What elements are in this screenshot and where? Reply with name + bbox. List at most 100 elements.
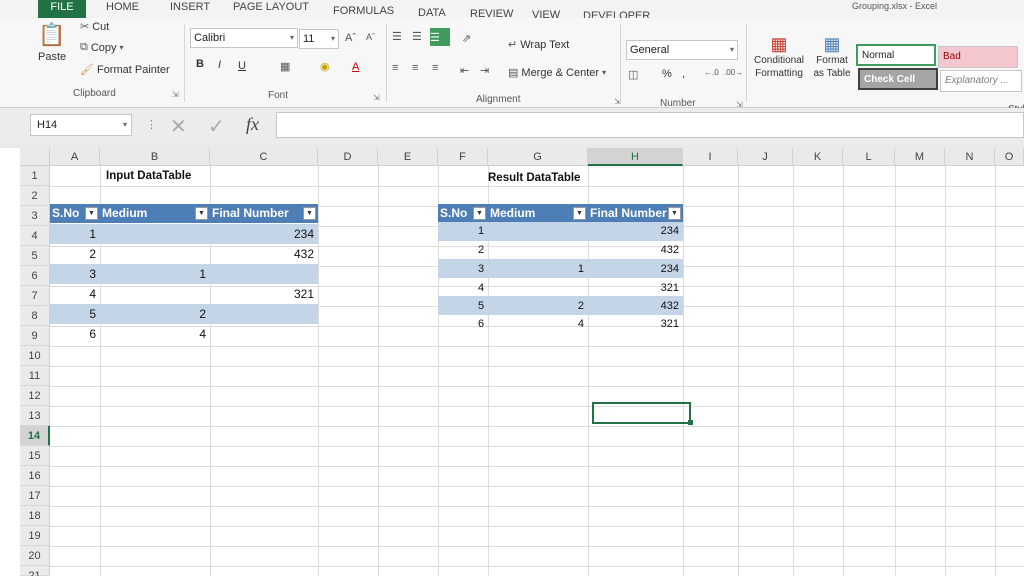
row-header-17[interactable]: 17: [20, 486, 50, 506]
font-color-button[interactable]: A: [352, 61, 359, 73]
format-painter-button[interactable]: 🖌 Format Painter: [80, 63, 170, 77]
active-cell-selection[interactable]: [592, 402, 691, 424]
result-cell-medium[interactable]: 2: [488, 296, 588, 316]
dialog-launcher-icon[interactable]: ⇲: [373, 93, 380, 102]
fill-handle[interactable]: [688, 420, 693, 425]
row-header-5[interactable]: 5: [20, 246, 50, 266]
input-cell-sno[interactable]: 5: [50, 304, 100, 324]
result-cell-sno[interactable]: 1: [478, 221, 484, 241]
result-cell-final[interactable]: 234: [588, 259, 683, 279]
input-cell-sno[interactable]: 2: [50, 244, 100, 264]
borders-button[interactable]: ▦: [280, 60, 290, 73]
result-cell-medium[interactable]: [488, 221, 588, 241]
italic-button[interactable]: I: [218, 59, 221, 71]
result-cell-final[interactable]: 234: [588, 221, 683, 241]
result-cell-final[interactable]: 321: [588, 278, 683, 298]
row-header-18[interactable]: 18: [20, 506, 50, 526]
input-cell-medium[interactable]: [100, 224, 210, 244]
result-cell-medium[interactable]: 1: [488, 259, 588, 279]
name-box[interactable]: H14 ▾: [30, 114, 132, 136]
column-header-a[interactable]: A: [50, 148, 100, 166]
fill-color-button[interactable]: ◉: [320, 60, 330, 73]
result-cell-sno[interactable]: 2: [478, 240, 484, 260]
column-header-i[interactable]: I: [683, 148, 738, 166]
column-header-o[interactable]: O: [995, 148, 1024, 166]
result-cell-final[interactable]: 321: [588, 314, 683, 334]
font-name-select[interactable]: Calibri ▾: [190, 28, 298, 48]
row-header-9[interactable]: 9: [20, 326, 50, 346]
align-center-button[interactable]: ≡: [412, 62, 418, 74]
wrap-text-button[interactable]: ↵ Wrap Text: [508, 38, 569, 52]
top-align-button[interactable]: ☰: [392, 30, 402, 43]
align-right-button[interactable]: ≡: [432, 62, 438, 74]
style-normal[interactable]: Normal: [856, 44, 936, 66]
column-header-d[interactable]: D: [318, 148, 378, 166]
insert-function-button[interactable]: fx: [246, 114, 259, 135]
accounting-format-button[interactable]: ◫: [628, 68, 638, 81]
tab-page-layout[interactable]: PAGE LAYOUT: [233, 0, 309, 14]
row-header-13[interactable]: 13: [20, 406, 50, 426]
middle-align-button[interactable]: ☰: [412, 30, 422, 43]
bottom-align-button[interactable]: ☰: [430, 28, 450, 46]
result-cell-medium[interactable]: [488, 240, 588, 260]
font-size-select[interactable]: 11 ▾: [299, 29, 339, 49]
input-cell-medium[interactable]: 1: [100, 264, 210, 284]
row-header-10[interactable]: 10: [20, 346, 50, 366]
style-explanatory[interactable]: Explanatory ...: [940, 70, 1022, 92]
dialog-launcher-icon[interactable]: ⇲: [172, 90, 179, 99]
enter-icon[interactable]: ✓: [208, 114, 225, 139]
tab-insert[interactable]: INSERT: [170, 0, 210, 14]
formula-input[interactable]: [276, 112, 1024, 138]
input-cell-final[interactable]: [210, 264, 318, 284]
column-header-n[interactable]: N: [945, 148, 995, 166]
column-header-c[interactable]: C: [210, 148, 318, 166]
input-cell-medium[interactable]: 4: [100, 324, 210, 344]
input-cell-final[interactable]: [210, 324, 318, 344]
result-cell-sno[interactable]: 6: [478, 314, 484, 334]
input-cell-sno[interactable]: 3: [50, 264, 100, 284]
input-cell-medium[interactable]: [100, 244, 210, 264]
increase-decimal-button[interactable]: ←.0: [704, 68, 719, 77]
column-header-j[interactable]: J: [738, 148, 793, 166]
row-header-7[interactable]: 7: [20, 286, 50, 306]
merge-center-button[interactable]: ▤ Merge & Center ▾: [508, 66, 606, 80]
underline-button[interactable]: U: [238, 60, 246, 72]
decrease-font-button[interactable]: Aˇ: [366, 32, 375, 42]
result-cell-medium[interactable]: 4: [488, 314, 588, 334]
cancel-icon[interactable]: ✕: [170, 114, 187, 139]
style-bad[interactable]: Bad: [938, 46, 1018, 68]
input-cell-sno[interactable]: 6: [50, 324, 100, 344]
input-cell-sno[interactable]: 4: [50, 284, 100, 304]
result-cell-final[interactable]: 432: [588, 240, 683, 260]
row-header-12[interactable]: 12: [20, 386, 50, 406]
filter-dropdown-icon[interactable]: ▼: [473, 207, 486, 220]
column-header-k[interactable]: K: [793, 148, 843, 166]
percent-style-button[interactable]: %: [662, 68, 672, 80]
input-cell-medium[interactable]: 2: [100, 304, 210, 324]
column-header-h[interactable]: H: [588, 148, 683, 166]
result-cell-sno[interactable]: 4: [478, 278, 484, 298]
row-header-3[interactable]: 3: [20, 206, 50, 226]
decrease-indent-button[interactable]: ⇤: [460, 64, 469, 77]
align-left-button[interactable]: ≡: [392, 62, 398, 74]
column-header-e[interactable]: E: [378, 148, 438, 166]
number-format-select[interactable]: General ▾: [626, 40, 738, 60]
row-header-15[interactable]: 15: [20, 446, 50, 466]
result-cell-sno[interactable]: 5: [478, 296, 484, 316]
decrease-decimal-button[interactable]: .00→: [724, 68, 743, 77]
cut-button[interactable]: ✂ Cut: [80, 20, 109, 34]
column-header-b[interactable]: B: [100, 148, 210, 166]
filter-dropdown-icon[interactable]: ▼: [573, 207, 586, 220]
filter-dropdown-icon[interactable]: ▼: [303, 207, 316, 220]
input-cell-final[interactable]: 432: [210, 244, 318, 264]
result-cell-sno[interactable]: 3: [478, 259, 484, 279]
result-cell-final[interactable]: 432: [588, 296, 683, 316]
row-header-6[interactable]: 6: [20, 266, 50, 286]
column-header-m[interactable]: M: [895, 148, 945, 166]
input-cell-sno[interactable]: 1: [50, 224, 100, 244]
row-header-4[interactable]: 4: [20, 226, 50, 246]
copy-button[interactable]: ⧉ Copy ▾: [80, 41, 124, 54]
column-header-l[interactable]: L: [843, 148, 895, 166]
row-header-2[interactable]: 2: [20, 186, 50, 206]
more-options-icon[interactable]: ⋮: [146, 118, 157, 131]
